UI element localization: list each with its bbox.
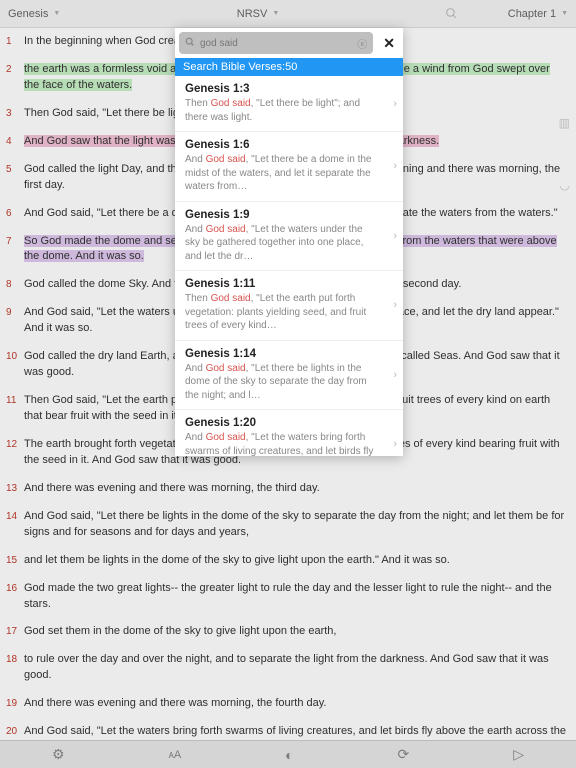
search-icon [185, 37, 195, 50]
close-icon[interactable]: ✕ [379, 35, 399, 52]
search-result[interactable]: Genesis 1:11 Then God said, "Let the eart… [175, 271, 403, 341]
chevron-right-icon: › [393, 438, 397, 450]
result-snippet: And God said, "Let there be lights in th… [185, 362, 393, 403]
chevron-right-icon: › [393, 299, 397, 311]
chevron-right-icon: › [393, 98, 397, 110]
result-snippet: Then God said, "Let the earth put forth … [185, 292, 393, 333]
search-result[interactable]: Genesis 1:20 And God said, "Let the water… [175, 410, 403, 456]
result-ref: Genesis 1:6 [185, 139, 393, 151]
result-snippet: And God said, "Let the waters bring fort… [185, 431, 393, 456]
search-input[interactable] [200, 38, 352, 49]
clear-icon[interactable]: ⓧ [357, 36, 367, 51]
result-ref: Genesis 1:20 [185, 417, 393, 429]
search-result[interactable]: Genesis 1:14 And God said, "Let there be … [175, 341, 403, 411]
result-ref: Genesis 1:14 [185, 348, 393, 360]
search-result[interactable]: Genesis 1:6 And God said, "Let there be a… [175, 132, 403, 202]
result-snippet: Then God said, "Let there be light"; and… [185, 97, 393, 124]
search-row: ⓧ ✕ [175, 28, 403, 58]
result-snippet: And God said, "Let there be a dome in th… [185, 153, 393, 194]
search-result[interactable]: Genesis 1:3 Then God said, "Let there be … [175, 76, 403, 132]
search-banner: Search Bible Verses:50 [175, 58, 403, 76]
search-box[interactable]: ⓧ [179, 32, 373, 54]
search-result[interactable]: Genesis 1:9 And God said, "Let the waters… [175, 202, 403, 272]
chevron-right-icon: › [393, 230, 397, 242]
search-results: Genesis 1:3 Then God said, "Let there be … [175, 76, 403, 456]
result-snippet: And God said, "Let the waters under the … [185, 223, 393, 264]
chevron-right-icon: › [393, 369, 397, 381]
result-ref: Genesis 1:9 [185, 209, 393, 221]
result-ref: Genesis 1:11 [185, 278, 393, 290]
chevron-right-icon: › [393, 160, 397, 172]
search-popup: ⓧ ✕ Search Bible Verses:50 Genesis 1:3 Th… [175, 28, 403, 456]
result-ref: Genesis 1:3 [185, 83, 393, 95]
